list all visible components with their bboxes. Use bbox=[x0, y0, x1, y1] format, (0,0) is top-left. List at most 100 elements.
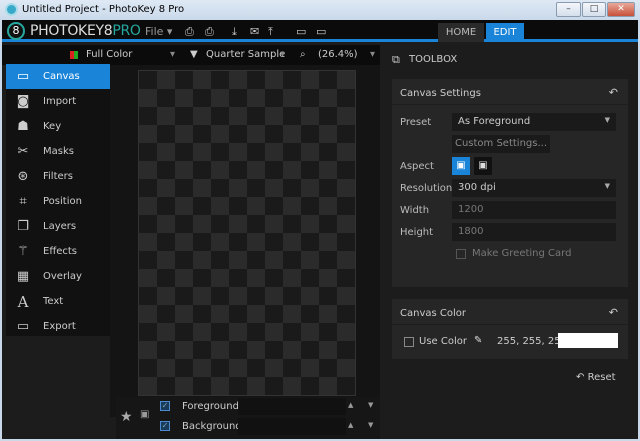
background-checkbox[interactable]: ✓ bbox=[160, 421, 170, 431]
color-swatch[interactable] bbox=[558, 333, 618, 348]
zoom-select[interactable]: (26.4%) bbox=[318, 49, 358, 60]
sidebar-item-label: Canvas bbox=[43, 71, 80, 82]
sidebar-item-import[interactable]: ◙ Import bbox=[6, 89, 110, 114]
chevron-down-icon[interactable]: ▾ bbox=[280, 49, 285, 60]
move-up-icon[interactable]: ▲ bbox=[348, 421, 353, 429]
landscape-aspect-button[interactable]: ▣ bbox=[474, 157, 492, 175]
sidebar-item-overlay[interactable]: ▦ Overlay bbox=[6, 264, 110, 289]
sidebar-item-key[interactable]: ☗ Key bbox=[6, 114, 110, 139]
wand-icon: ⚚ bbox=[17, 244, 29, 259]
layer-bar: ★ ▣ ✓ Foreground: ▲ ▼ ✓ Background: ▲ ▼ bbox=[116, 397, 380, 439]
canvas-icon: ▭ bbox=[16, 69, 30, 84]
reset-button[interactable]: ↶ Reset bbox=[576, 372, 616, 383]
maximize-button[interactable]: □ bbox=[582, 2, 606, 17]
width-input[interactable]: 1200 bbox=[452, 201, 616, 219]
panel-title: Canvas Color bbox=[400, 308, 466, 319]
crop-icon: ⌗ bbox=[19, 194, 27, 209]
resolution-select[interactable]: 300 dpi ▼ bbox=[452, 179, 616, 197]
tab-home[interactable]: HOME bbox=[438, 23, 484, 42]
sidebar-item-label: Position bbox=[43, 196, 82, 207]
preset-select[interactable]: As Foreground ▼ bbox=[452, 113, 616, 131]
sidebar-item-label: Import bbox=[43, 96, 77, 107]
custom-settings-button[interactable]: Custom Settings... bbox=[452, 135, 550, 153]
background-label: Background: bbox=[182, 421, 246, 432]
canvas-area bbox=[110, 65, 380, 417]
view-toolbar: Full Color ▾ ▼ Quarter Sample ▾ ⌕ (26.4%… bbox=[2, 45, 380, 65]
sidebar-item-filters[interactable]: ⊛ Filters bbox=[6, 164, 110, 189]
window-title: Untitled Project - PhotoKey 8 Pro bbox=[22, 4, 185, 15]
star-icon[interactable]: ★ bbox=[120, 409, 133, 425]
minimize-button[interactable]: – bbox=[556, 2, 581, 17]
compare-icon[interactable]: ▭ bbox=[316, 25, 326, 38]
text-icon: A bbox=[17, 292, 29, 311]
color-mode-select[interactable]: Full Color bbox=[86, 49, 132, 60]
sidebar-item-export[interactable]: ▭ Export bbox=[6, 314, 110, 339]
app-header: 8 PHOTOKEY8PRO File ▾ ⎙ ⎙ ⤓ ✉ ⤒ ▭ ▭ HOME… bbox=[2, 20, 638, 42]
sidebar-item-effects[interactable]: ⚚ Effects bbox=[6, 239, 110, 264]
aspect-label: Aspect bbox=[400, 161, 434, 172]
logo-icon: 8 bbox=[7, 22, 25, 40]
sample-select[interactable]: Quarter Sample bbox=[206, 49, 285, 60]
foreground-checkbox[interactable]: ✓ bbox=[160, 401, 170, 411]
sidebar-item-label: Key bbox=[43, 121, 62, 132]
eyedropper-icon[interactable]: ✎ bbox=[474, 335, 482, 346]
undo-icon[interactable]: ↶ bbox=[609, 306, 618, 319]
sidebar-item-masks[interactable]: ✂ Masks bbox=[6, 139, 110, 164]
circles-icon: ⊛ bbox=[17, 169, 29, 184]
chevron-down-icon[interactable]: ▾ bbox=[370, 49, 375, 60]
background-field[interactable] bbox=[238, 418, 346, 435]
resolution-label: Resolution bbox=[400, 183, 453, 194]
use-color-checkbox[interactable] bbox=[404, 337, 414, 347]
foreground-label: Foreground: bbox=[182, 401, 243, 412]
popout-icon[interactable]: ⧉ bbox=[392, 53, 400, 67]
scanner-icon[interactable]: ⎙ bbox=[185, 25, 194, 39]
sidebar-item-label: Overlay bbox=[43, 271, 82, 282]
greeting-card-checkbox[interactable] bbox=[456, 249, 466, 259]
file-menu[interactable]: File ▾ bbox=[145, 25, 172, 38]
preset-label: Preset bbox=[400, 117, 432, 128]
email-icon[interactable]: ✉ bbox=[250, 25, 259, 38]
export-icon: ▭ bbox=[16, 319, 30, 334]
canvas-preview[interactable] bbox=[138, 70, 356, 396]
sidebar-item-label: Filters bbox=[43, 171, 73, 182]
sidebar-item-text[interactable]: A Text bbox=[6, 289, 110, 314]
height-label: Height bbox=[400, 227, 434, 238]
undo-icon: ↶ bbox=[576, 372, 585, 383]
title-bar: Untitled Project - PhotoKey 8 Pro – □ ✕ bbox=[0, 0, 640, 20]
sidebar-item-label: Export bbox=[43, 321, 76, 332]
portrait-aspect-button[interactable]: ▣ bbox=[452, 157, 470, 175]
print-icon[interactable]: ⎙ bbox=[205, 25, 214, 39]
tab-edit[interactable]: EDIT bbox=[486, 23, 524, 42]
download-icon[interactable]: ⤓ bbox=[232, 25, 237, 39]
foreground-field[interactable] bbox=[238, 398, 346, 415]
camera-icon: ◙ bbox=[16, 94, 30, 109]
view-icon[interactable]: ▭ bbox=[296, 25, 306, 38]
toolbox-panel: ⧉ TOOLBOX Canvas Settings ↶ Preset As For… bbox=[382, 45, 638, 439]
height-input[interactable]: 1800 bbox=[452, 223, 616, 241]
close-button[interactable]: ✕ bbox=[607, 2, 635, 17]
move-up-icon[interactable]: ▲ bbox=[348, 401, 353, 409]
move-down-icon[interactable]: ▼ bbox=[368, 421, 373, 429]
chevron-down-icon[interactable]: ▾ bbox=[170, 49, 175, 60]
sidebar-item-label: Masks bbox=[43, 146, 74, 157]
filter-icon: ▼ bbox=[190, 49, 198, 60]
sidebar-item-label: Text bbox=[43, 296, 64, 307]
canvas-color-panel: Canvas Color ↶ Use Color ✎ 255, 255, 255 bbox=[392, 299, 628, 359]
grid-icon: ▦ bbox=[16, 269, 30, 284]
app-icon bbox=[5, 3, 18, 16]
scissors-icon: ✂ bbox=[17, 144, 29, 159]
app-window: 8 PHOTOKEY8PRO File ▾ ⎙ ⎙ ⤓ ✉ ⤒ ▭ ▭ HOME… bbox=[2, 20, 638, 439]
move-down-icon[interactable]: ▼ bbox=[368, 401, 373, 409]
sidebar-item-canvas[interactable]: ▭ Canvas bbox=[6, 64, 110, 89]
portrait-icon: ☗ bbox=[17, 119, 29, 134]
sidebar-item-position[interactable]: ⌗ Position bbox=[6, 189, 110, 214]
sidebar-item-layers[interactable]: ❐ Layers bbox=[6, 214, 110, 239]
canvas-settings-panel: Canvas Settings ↶ Preset As Foreground ▼ C… bbox=[392, 79, 628, 287]
toolbox-title: TOOLBOX bbox=[409, 54, 458, 65]
logo: PHOTOKEY8PRO bbox=[30, 23, 141, 39]
layers-icon: ❐ bbox=[17, 219, 29, 234]
upload-icon[interactable]: ⤒ bbox=[268, 25, 273, 39]
undo-icon[interactable]: ↶ bbox=[609, 86, 618, 99]
image-icon[interactable]: ▣ bbox=[140, 409, 149, 420]
rgb-value: 255, 255, 255 bbox=[497, 336, 567, 347]
